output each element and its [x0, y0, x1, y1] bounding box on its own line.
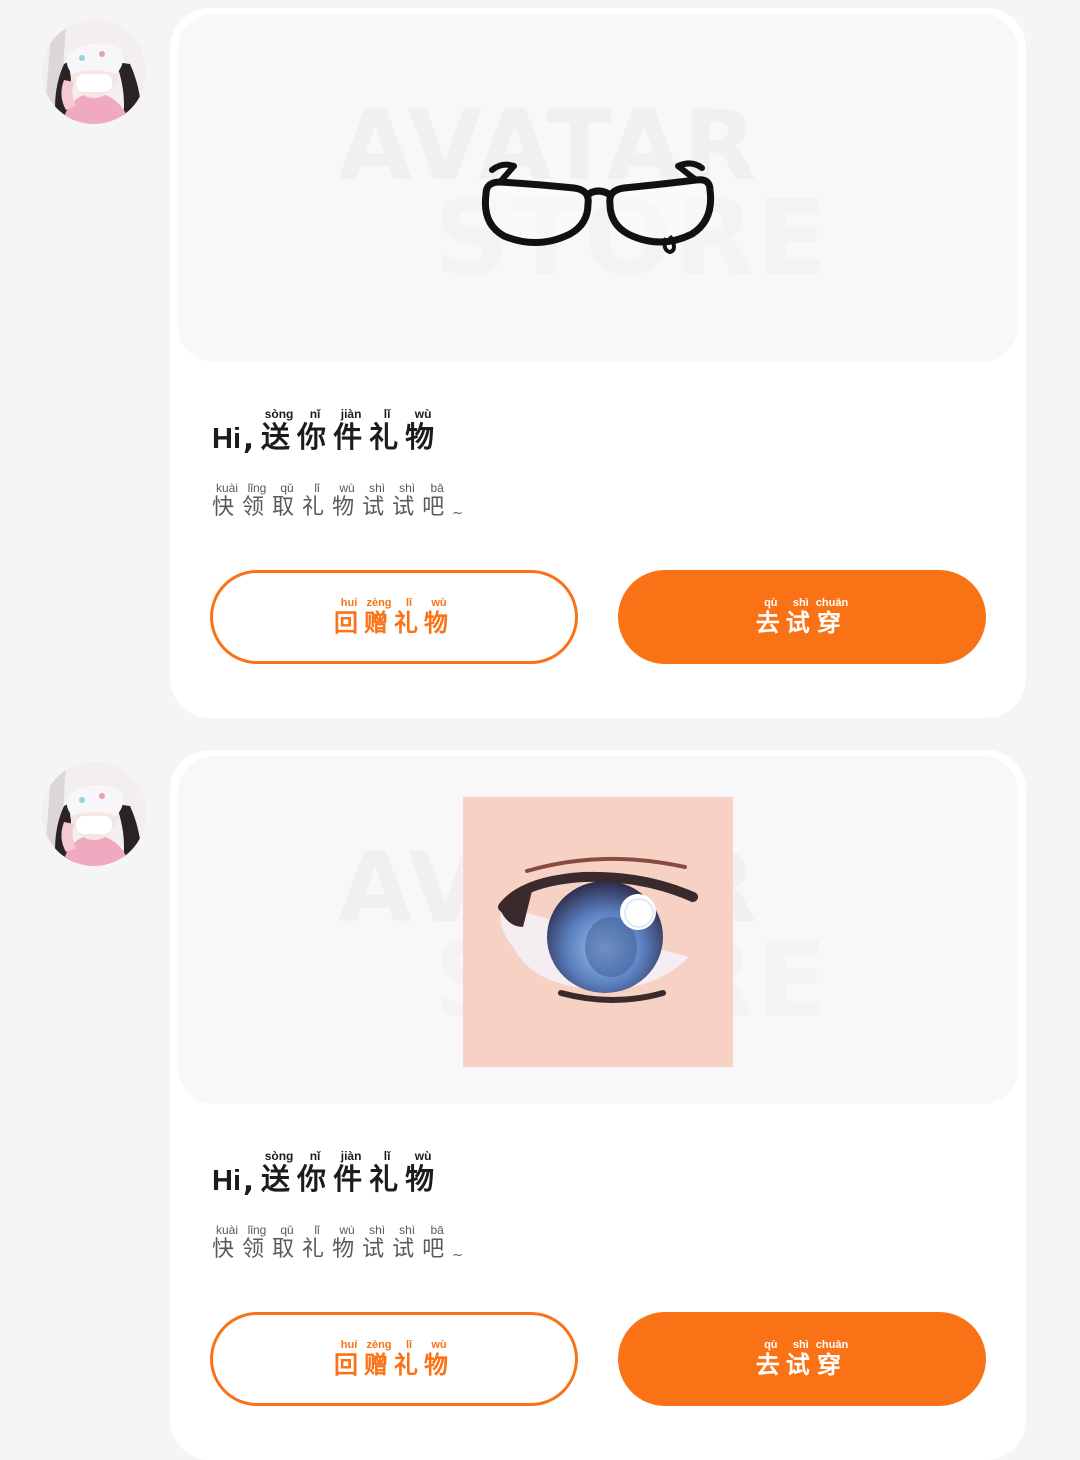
subtitle-char: 吧bā — [422, 481, 453, 520]
try-on-button[interactable]: 去qù 试shì 穿chuān — [618, 570, 986, 664]
title-char: 送sòng — [261, 407, 298, 454]
subtitle-char: 试shì — [392, 481, 423, 520]
subtitle-char: 礼lǐ — [302, 481, 333, 520]
subtitle-char: 吧bā — [422, 1223, 453, 1262]
item-preview: AVATAR STORE — [178, 14, 1018, 362]
button-char: 赠zèng — [364, 1338, 394, 1379]
title-char: 送sòng — [261, 1149, 298, 1196]
greeting-prefix: Hi — [212, 423, 241, 455]
subtitle-char: 快kuài — [212, 481, 243, 520]
button-char: 穿chuān — [815, 1338, 849, 1379]
subtitle-char: 领lǐng — [242, 1223, 273, 1262]
button-char: 去qù — [755, 596, 786, 637]
gift-title: Hi , 送sòng 你nǐ 件jiàn 礼lǐ 物wù — [212, 407, 442, 456]
title-char: 物wù — [405, 1149, 442, 1196]
gift-title: Hi , 送sòng 你nǐ 件jiàn 礼lǐ 物wù — [212, 1149, 442, 1198]
button-char: 回huí — [334, 1338, 364, 1379]
eye-item-icon — [463, 797, 733, 1067]
gift-card: AVATAR STORE — [170, 750, 1026, 1460]
sender-avatar[interactable] — [42, 762, 146, 866]
subtitle-char: 礼lǐ — [302, 1223, 333, 1262]
glasses-item-icon — [481, 160, 715, 254]
subtitle-char: 物wù — [332, 481, 363, 520]
title-char: 件jiàn — [333, 407, 370, 454]
subtitle-char: 取qǔ — [272, 481, 303, 520]
button-char: 穿chuān — [815, 596, 849, 637]
try-on-button[interactable]: 去qù 试shì 穿chuān — [618, 1312, 986, 1406]
button-char: 试shì — [785, 596, 816, 637]
subtitle-char: 快kuài — [212, 1223, 243, 1262]
return-gift-button[interactable]: 回huí 赠zèng 礼lǐ 物wù — [210, 1312, 578, 1406]
subtitle-char: 取qǔ — [272, 1223, 303, 1262]
subtitle-char: 物wù — [332, 1223, 363, 1262]
return-gift-button[interactable]: 回huí 赠zèng 礼lǐ 物wù — [210, 570, 578, 664]
gift-message-1: AVATAR STORE Hi , 送sòng 你nǐ 件jiàn 礼lǐ 物w… — [0, 8, 1080, 720]
title-char: 物wù — [405, 407, 442, 454]
gift-subtitle: 快kuài 领lǐng 取qǔ 礼lǐ 物wù 试shì 试shì 吧bā ~ — [212, 1223, 464, 1263]
button-char: 物wù — [424, 1338, 454, 1379]
title-char: 你nǐ — [297, 407, 334, 454]
button-char: 物wù — [424, 596, 454, 637]
button-char: 礼lǐ — [394, 596, 424, 637]
subtitle-suffix: ~ — [452, 506, 464, 521]
subtitle-char: 领lǐng — [242, 481, 273, 520]
title-char: 件jiàn — [333, 1149, 370, 1196]
greeting-comma: , — [243, 422, 262, 456]
subtitle-char: 试shì — [392, 1223, 423, 1262]
avatar-photo-icon — [42, 20, 146, 124]
title-char: 你nǐ — [297, 1149, 334, 1196]
item-preview: AVATAR STORE — [178, 756, 1018, 1104]
greeting-comma: , — [243, 1164, 262, 1198]
button-char: 去qù — [755, 1338, 786, 1379]
button-char: 回huí — [334, 596, 364, 637]
sender-avatar[interactable] — [42, 20, 146, 124]
title-char: 礼lǐ — [369, 407, 406, 454]
title-char: 礼lǐ — [369, 1149, 406, 1196]
gift-card: AVATAR STORE Hi , 送sòng 你nǐ 件jiàn 礼lǐ 物w… — [170, 8, 1026, 718]
button-char: 赠zèng — [364, 596, 394, 637]
button-char: 试shì — [785, 1338, 816, 1379]
gift-subtitle: 快kuài 领lǐng 取qǔ 礼lǐ 物wù 试shì 试shì 吧bā ~ — [212, 481, 464, 521]
avatar-photo-icon — [42, 762, 146, 866]
button-char: 礼lǐ — [394, 1338, 424, 1379]
gift-message-2: AVATAR STORE — [0, 750, 1080, 1460]
greeting-prefix: Hi — [212, 1165, 241, 1197]
subtitle-suffix: ~ — [452, 1248, 464, 1263]
subtitle-char: 试shì — [362, 1223, 393, 1262]
subtitle-char: 试shì — [362, 481, 393, 520]
